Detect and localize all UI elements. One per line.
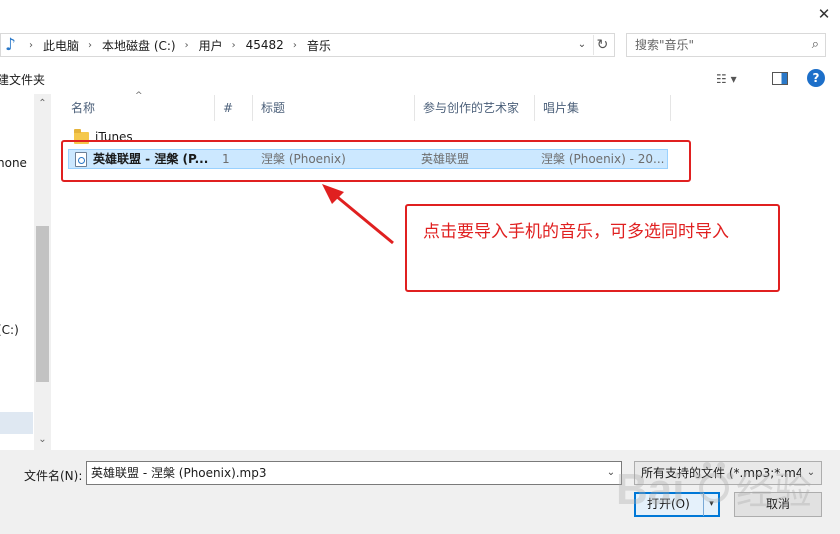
address-bar[interactable]: ♪ › 此电脑 › 本地磁盘 (C:) › 用户 › 45482 › 音乐 ⌄ …: [0, 33, 615, 57]
cancel-button-label: 取消: [765, 497, 790, 511]
toolbar: 建文件夹 ☷ ▾ ?: [0, 64, 840, 94]
nav-item-drive-c[interactable]: (C:): [0, 323, 19, 337]
scroll-up-icon[interactable]: ⌃: [34, 96, 51, 112]
open-button-label: 打开(O): [647, 497, 690, 511]
chevron-right-icon[interactable]: ›: [293, 40, 297, 51]
nav-scrollbar[interactable]: ⌃ ⌄: [34, 94, 51, 450]
chevron-down-icon[interactable]: ⌄: [603, 462, 619, 484]
breadcrumb-this-pc[interactable]: 此电脑: [43, 37, 79, 54]
column-track[interactable]: #: [215, 95, 253, 121]
preview-pane-icon[interactable]: [772, 72, 788, 85]
column-artist[interactable]: 参与创作的艺术家: [415, 95, 535, 121]
search-placeholder: 搜索"音乐": [635, 38, 695, 52]
search-icon[interactable]: ⌕: [812, 34, 819, 56]
file-type-value: 所有支持的文件 (*.mp3;*.m4a;*: [641, 466, 801, 480]
chevron-right-icon[interactable]: ›: [232, 40, 236, 51]
chevron-down-icon[interactable]: ⌄: [574, 36, 590, 54]
breadcrumb-users[interactable]: 用户: [199, 37, 223, 54]
filename-value: 英雄联盟 - 涅槃 (Phoenix).mp3: [91, 466, 267, 480]
scrollbar-thumb[interactable]: [36, 226, 49, 382]
file-type-select[interactable]: 所有支持的文件 (*.mp3;*.m4a;* ⌄: [634, 461, 822, 485]
column-title[interactable]: 标题: [253, 95, 415, 121]
annotation-text: 点击要导入手机的音乐，可多选同时导入: [423, 222, 729, 242]
filename-label: 文件名(N):: [24, 469, 83, 483]
column-name[interactable]: 名称: [63, 95, 215, 121]
chevron-right-icon[interactable]: ›: [88, 40, 92, 51]
cancel-button[interactable]: 取消: [734, 492, 822, 517]
column-header: ^ 名称 # 标题 参与创作的艺术家 唱片集: [55, 91, 675, 121]
column-album[interactable]: 唱片集: [535, 95, 671, 121]
view-options-icon[interactable]: ☷ ▾: [716, 69, 752, 89]
breadcrumb-music[interactable]: 音乐: [307, 37, 331, 54]
breadcrumb: › 此电脑 › 本地磁盘 (C:) › 用户 › 45482 › 音乐: [29, 34, 331, 56]
open-button[interactable]: 打开(O) ▾: [634, 492, 720, 517]
scroll-down-icon[interactable]: ⌄: [34, 432, 51, 448]
highlight-box: [61, 140, 691, 182]
refresh-icon[interactable]: ↻: [593, 35, 611, 55]
dialog-footer: 文件名(N): 英雄联盟 - 涅槃 (Phoenix).mp3 ⌄ 所有支持的文…: [0, 450, 840, 534]
chevron-down-icon[interactable]: ⌄: [804, 462, 818, 484]
chevron-right-icon[interactable]: ›: [185, 40, 189, 51]
music-note-icon: ♪: [5, 35, 16, 55]
breadcrumb-user-folder[interactable]: 45482: [246, 38, 284, 52]
nav-item-phone[interactable]: hone: [0, 156, 27, 170]
nav-item-selected-highlight: [0, 412, 33, 434]
annotation-callout: 点击要导入手机的音乐，可多选同时导入: [405, 204, 780, 292]
close-window-button[interactable]: ✕: [814, 4, 834, 24]
search-input[interactable]: 搜索"音乐" ⌕: [626, 33, 826, 57]
help-icon[interactable]: ?: [807, 69, 825, 87]
filename-field[interactable]: 英雄联盟 - 涅槃 (Phoenix).mp3 ⌄: [86, 461, 622, 485]
chevron-right-icon[interactable]: ›: [29, 40, 33, 51]
new-folder-button[interactable]: 建文件夹: [0, 71, 45, 88]
open-dropdown-icon[interactable]: ▾: [703, 493, 719, 516]
breadcrumb-local-disk[interactable]: 本地磁盘 (C:): [102, 37, 176, 54]
